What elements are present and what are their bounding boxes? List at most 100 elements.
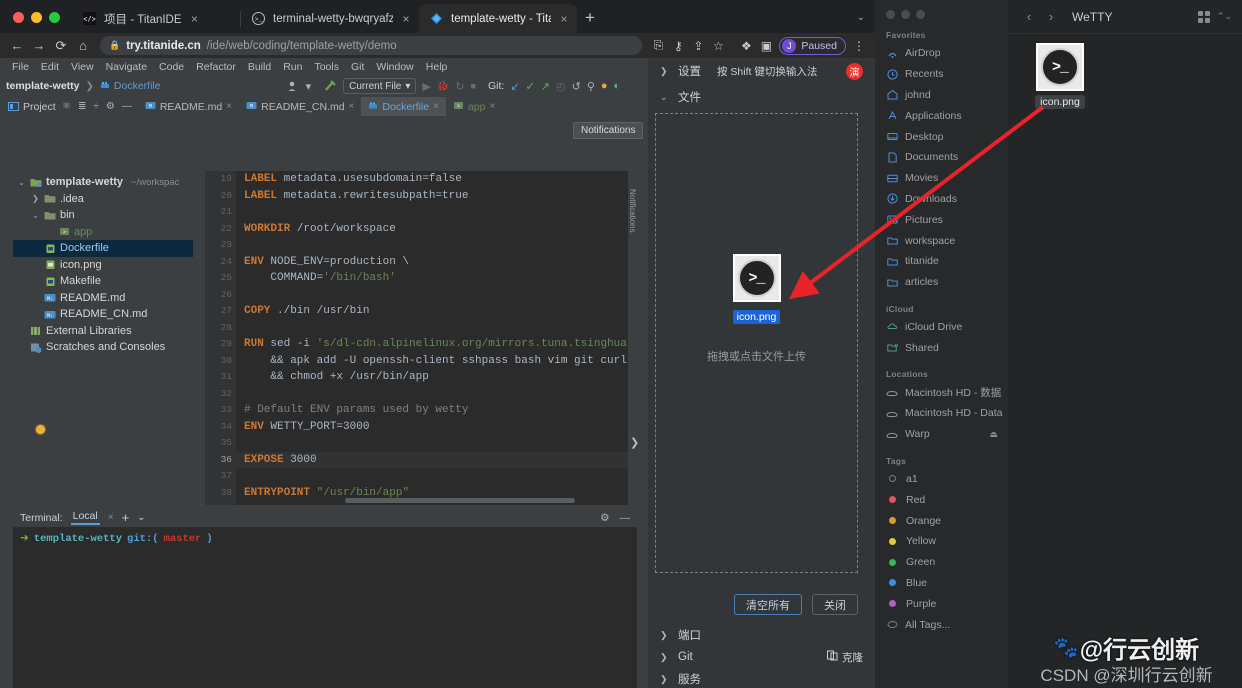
sidebar-tag-red[interactable]: Red xyxy=(875,489,1008,510)
sidebar-item-macintosh-hd-data[interactable]: Macintosh HD - Data xyxy=(875,403,1008,424)
search-icon[interactable]: ⚲ xyxy=(587,80,595,93)
clear-all-button[interactable]: 清空所有 xyxy=(734,594,802,615)
menu-refactor[interactable]: Refactor xyxy=(190,61,242,73)
finder-back-button[interactable]: ‹ xyxy=(1018,9,1040,24)
sidebar-item-titanide[interactable]: titanide xyxy=(875,251,1008,272)
menu-build[interactable]: Build xyxy=(242,61,277,73)
debug-button[interactable]: 🐞 xyxy=(437,81,449,92)
stop-button[interactable]: ■ xyxy=(471,81,476,91)
coverage-button[interactable]: ↻ xyxy=(455,80,464,93)
clone-button[interactable]: 克隆 xyxy=(827,650,863,665)
git-push-icon[interactable]: ↗ xyxy=(541,80,550,93)
sidebar-tag-all-tags[interactable]: All Tags... xyxy=(875,614,1008,635)
browser-tab-1[interactable]: </> 项目 - TitanIDE × xyxy=(72,4,240,33)
git-history-icon[interactable]: ◴ xyxy=(556,80,566,93)
sidebar-item-desktop[interactable]: Desktop xyxy=(875,126,1008,147)
close-icon[interactable]: × xyxy=(349,101,355,112)
tree-row-readme-cn[interactable]: M↓ README_CN.md xyxy=(13,306,193,323)
address-bar[interactable]: 🔒 try.titanide.cn /ide/web/coding/templa… xyxy=(100,36,642,55)
sidebar-item-recents[interactable]: Recents xyxy=(875,64,1008,85)
reload-button[interactable]: ⟳ xyxy=(50,35,72,57)
close-icon[interactable]: × xyxy=(189,13,201,25)
menu-window[interactable]: Window xyxy=(370,61,419,73)
close-icon[interactable]: × xyxy=(400,13,412,25)
finder-close-button[interactable] xyxy=(886,10,895,19)
minimize-window-button[interactable] xyxy=(31,12,42,23)
finder-minimize-button[interactable] xyxy=(901,10,910,19)
breadcrumb-project[interactable]: template-wetty xyxy=(6,80,80,92)
extensions-puzzle-icon[interactable]: ❖ xyxy=(736,35,756,57)
sidebar-tag-green[interactable]: Green xyxy=(875,552,1008,573)
new-tab-button[interactable]: + xyxy=(577,9,603,33)
bookmark-star-icon[interactable]: ☆ xyxy=(708,35,728,57)
side-panel-ports-row[interactable]: ❯ 端口 xyxy=(648,624,875,646)
browser-menu-icon[interactable]: ⋮ xyxy=(849,35,869,57)
chevron-right-icon[interactable]: ❯ xyxy=(660,66,668,77)
grid-view-icon[interactable] xyxy=(1198,11,1210,23)
editor-tab-readme[interactable]: M README.md × xyxy=(138,97,239,116)
sidebar-tag-yellow[interactable]: Yellow xyxy=(875,531,1008,552)
terminal-app-icon[interactable]: >_ xyxy=(733,254,781,302)
menu-navigate[interactable]: Navigate xyxy=(100,61,153,73)
new-terminal-button[interactable]: + xyxy=(122,510,130,525)
tree-row-scratches[interactable]: Scratches and Consoles xyxy=(13,339,193,356)
sidebar-tag-a1[interactable]: a1 xyxy=(875,469,1008,490)
notification-dot-icon[interactable]: ● xyxy=(601,80,608,92)
close-button[interactable]: 关闭 xyxy=(812,594,858,615)
close-icon[interactable]: × xyxy=(108,512,114,523)
sidebar-item-downloads[interactable]: Downloads xyxy=(875,189,1008,210)
key-icon[interactable]: ⚷ xyxy=(668,35,688,57)
close-icon[interactable]: × xyxy=(558,13,570,25)
sidebar-tag-purple[interactable]: Purple xyxy=(875,593,1008,614)
menu-help[interactable]: Help xyxy=(420,61,454,73)
finder-forward-button[interactable]: › xyxy=(1040,9,1062,24)
share-icon[interactable]: ⇪ xyxy=(688,35,708,57)
chevron-right-icon[interactable]: ❯ xyxy=(660,674,668,685)
ime-badge[interactable]: 演 xyxy=(846,63,863,80)
chevron-down-icon[interactable]: ⌄ xyxy=(660,92,668,103)
sidebar-item-icloud-drive[interactable]: iCloud Drive xyxy=(875,317,1008,338)
profile-button[interactable]: J Paused xyxy=(779,37,846,55)
finder-file-tile[interactable]: >_ icon.png xyxy=(1027,43,1093,109)
browser-tab-2[interactable]: >_ terminal-wetty-bwqryafz - Tita × xyxy=(241,4,419,33)
help-icon[interactable]: ◐ xyxy=(614,80,621,92)
editor-tab-dockerfile[interactable]: Dockerfile × xyxy=(361,97,446,116)
sidebar-tag-blue[interactable]: Blue xyxy=(875,573,1008,594)
clipboard-icon[interactable]: ⎘ xyxy=(648,35,668,57)
person-icon[interactable] xyxy=(287,80,300,93)
side-panel-services-row[interactable]: ❯ 服务 xyxy=(648,668,875,688)
git-commit-icon[interactable]: ✓ xyxy=(526,80,535,93)
locate-icon[interactable]: ⚛ xyxy=(62,101,71,112)
terminal-session-tab[interactable]: Local xyxy=(71,510,100,525)
editor-tab-app[interactable]: > app × xyxy=(446,97,502,116)
code-editor[interactable]: 19 20 21 22 23 24 25 26 27 28 29 30 31 3… xyxy=(205,171,637,505)
menu-tools[interactable]: Tools xyxy=(308,61,345,73)
tree-row-dockerfile[interactable]: Dockerfile xyxy=(13,240,193,257)
eject-icon[interactable]: ⏏ xyxy=(989,429,998,440)
sidebar-item-workspace[interactable]: workspace xyxy=(875,230,1008,251)
sidebar-item-airdrop[interactable]: AirDrop xyxy=(875,43,1008,64)
tree-row-external-libraries[interactable]: External Libraries xyxy=(13,323,193,340)
sidebar-item-warp[interactable]: Warp⏏ xyxy=(875,424,1008,445)
tree-row-icon-png[interactable]: icon.png xyxy=(13,257,193,274)
tree-row-app[interactable]: > app xyxy=(13,224,193,241)
close-icon[interactable]: × xyxy=(433,101,439,112)
breadcrumb-file[interactable]: Dockerfile xyxy=(100,80,161,93)
menu-edit[interactable]: Edit xyxy=(35,61,65,73)
menu-git[interactable]: Git xyxy=(345,61,370,73)
chevron-right-icon[interactable]: ❯ xyxy=(660,652,668,663)
notifications-rail-label[interactable]: Notifications xyxy=(628,189,637,233)
gear-icon[interactable]: ⚙ xyxy=(106,101,115,112)
forward-button[interactable]: → xyxy=(28,35,50,57)
gear-icon[interactable]: ⚙ xyxy=(600,512,609,524)
sidebar-item-applications[interactable]: Applications xyxy=(875,105,1008,126)
collapse-all-icon[interactable]: ≣ xyxy=(78,101,86,112)
chevron-right-icon[interactable]: ❯ xyxy=(660,630,668,641)
expand-icon[interactable]: ÷ xyxy=(93,101,99,112)
expand-right-panel-icon[interactable]: ❯ xyxy=(630,436,639,449)
editor-horizontal-scrollbar[interactable] xyxy=(345,498,575,503)
side-panel-settings-row[interactable]: ❯ 设置 按 Shift 键切换输入法 演 xyxy=(648,58,875,84)
menu-code[interactable]: Code xyxy=(153,61,190,73)
minimize-icon[interactable]: — xyxy=(620,512,631,524)
sidebar-item-macintosh-hd-cn[interactable]: Macintosh HD - 数据 xyxy=(875,382,1008,403)
